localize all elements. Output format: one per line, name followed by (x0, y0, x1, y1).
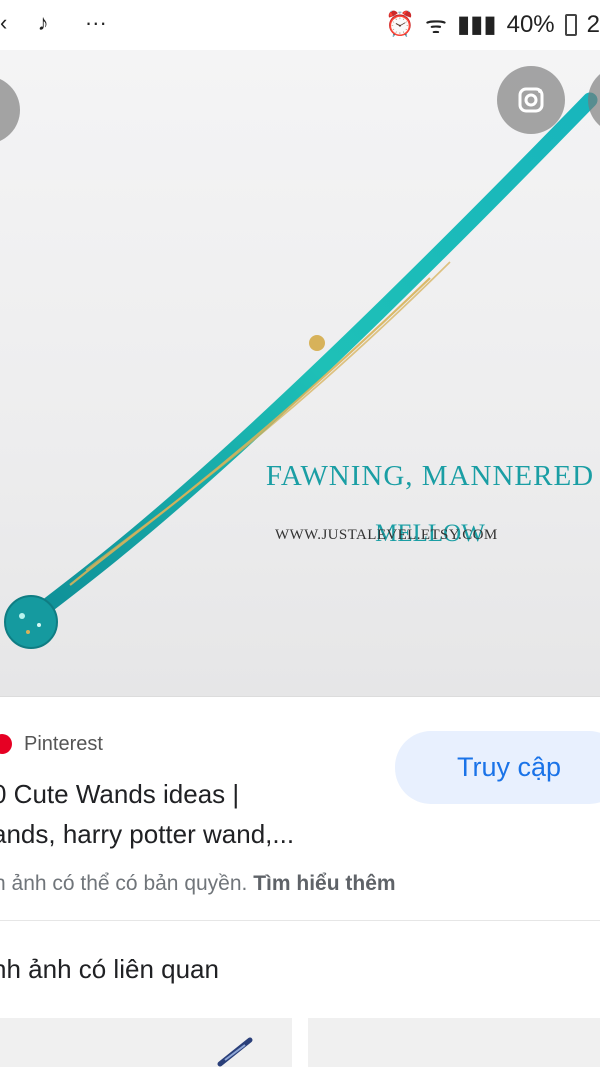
copyright-text: h ảnh có thể có bản quyền. (0, 872, 248, 895)
image-overlay-url: WWW.JUSTALEVEL.ETSY.COM (275, 527, 498, 543)
status-right-icons: ⏰ ᯤ ▮▮▮ 40% 2 (385, 8, 600, 41)
related-images-title: nh ảnh có liên quan (0, 954, 219, 984)
status-left-icons: ‹ ♪ ··· (0, 10, 107, 36)
time-text: 2 (586, 10, 600, 38)
tiktok-icon: ♪ (37, 10, 49, 35)
wifi-icon: ᯤ (425, 12, 447, 39)
source-row: Pinterest (0, 730, 103, 758)
related-thumbnail-1[interactable] (0, 1018, 292, 1067)
back-arrow-icon: ‹ (0, 10, 8, 35)
image-preview[interactable]: FAWNING, MANNERED MELLOW WWW.JUSTALEVEL.… (0, 50, 600, 696)
lens-icon (518, 87, 544, 113)
visit-button[interactable]: Truy cập (395, 731, 600, 804)
status-bar: ‹ ♪ ··· ⏰ ᯤ ▮▮▮ 40% 2 (0, 0, 600, 50)
image-overlay-title: FAWNING, MANNERED (265, 460, 595, 492)
signal-icon: ▮▮▮ (456, 11, 497, 38)
lens-button[interactable] (497, 66, 565, 134)
battery-icon (564, 13, 577, 36)
pinterest-icon (0, 734, 12, 754)
related-thumbnail-image-1 (217, 1037, 253, 1067)
source-label: Pinterest (24, 732, 103, 755)
result-title[interactable]: 0 Cute Wands ideas | ands, harry potter … (0, 774, 392, 854)
learn-more-link[interactable]: Tìm hiểu thêm (253, 872, 395, 895)
divider (0, 696, 600, 697)
battery-percentage: 40% (506, 10, 555, 38)
more-icon: ··· (84, 10, 107, 35)
result-title-line-2: ands, harry potter wand,... (0, 819, 295, 849)
divider (0, 920, 600, 921)
alarm-icon: ⏰ (385, 11, 416, 38)
related-thumbnail-2[interactable] (308, 1018, 600, 1067)
result-title-line-1: 0 Cute Wands ideas | (0, 779, 240, 809)
wand-image (4, 92, 598, 649)
copyright-note: h ảnh có thể có bản quyền. Tìm hiểu thêm (0, 872, 396, 896)
